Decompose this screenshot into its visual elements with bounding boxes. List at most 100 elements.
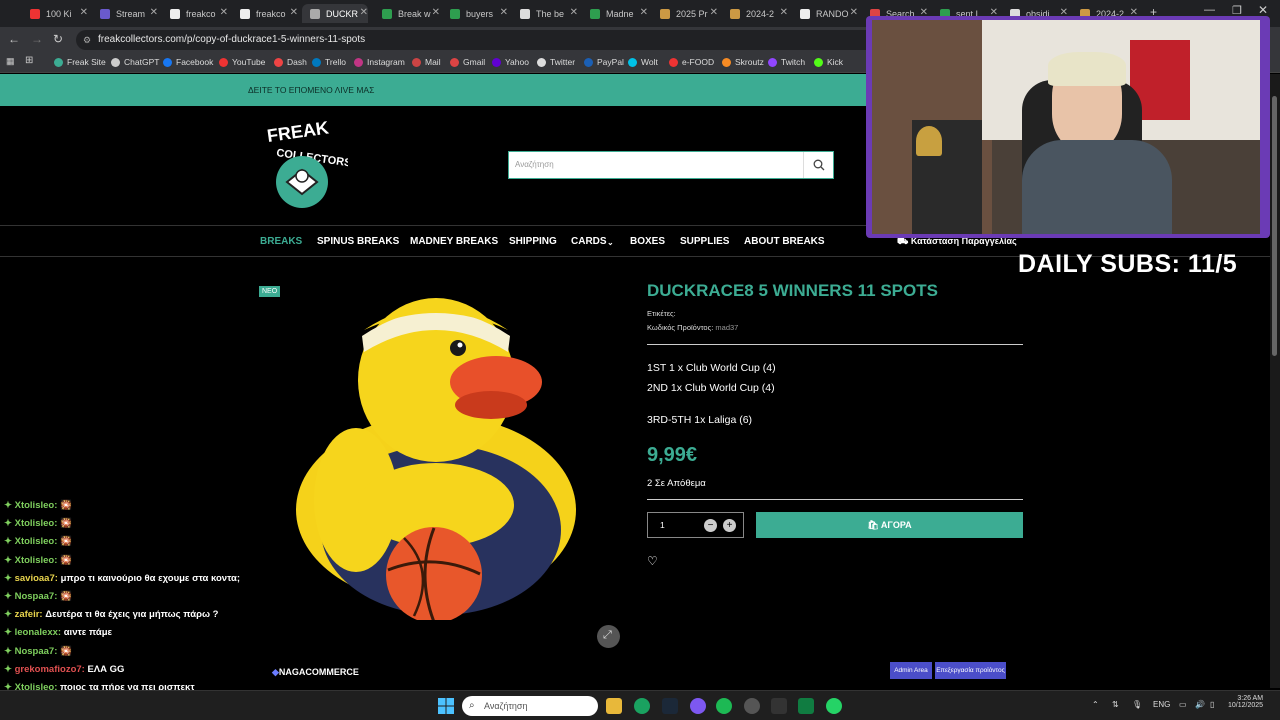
tab-label: Break w [398, 8, 431, 19]
decrease-quantity-button[interactable]: − [704, 519, 717, 532]
close-tab-icon[interactable]: ✕ [640, 7, 648, 18]
bookmark-item[interactable]: Twitter [537, 57, 575, 67]
close-tab-icon[interactable]: ✕ [710, 7, 718, 18]
chrome-icon[interactable] [634, 698, 650, 714]
browser-tab[interactable]: Break w ✕ [374, 4, 440, 23]
spotify-icon[interactable] [716, 698, 732, 714]
bookmark-item[interactable]: Wolt [628, 57, 658, 67]
quantity-value[interactable]: 1 [660, 520, 665, 530]
reload-icon[interactable]: ↻ [53, 32, 63, 46]
close-tab-icon[interactable]: ✕ [850, 7, 858, 18]
increase-quantity-button[interactable]: + [723, 519, 736, 532]
close-tab-icon[interactable]: ✕ [360, 7, 368, 18]
nav-shipping[interactable]: SHIPPING [509, 236, 557, 247]
mic-icon[interactable]: 🎙 [1132, 700, 1142, 709]
close-window-icon[interactable]: ✕ [1258, 3, 1268, 17]
bookmark-item[interactable]: Yahoo [492, 57, 529, 67]
bookmark-item[interactable]: Trello [312, 57, 346, 67]
scrollbar-thumb[interactable] [1272, 96, 1277, 356]
volume-icon[interactable]: 🔊 [1195, 700, 1205, 709]
browser-tab[interactable]: freakco ✕ [232, 4, 298, 23]
battery-icon[interactable]: ▯ [1210, 700, 1214, 709]
wifi-icon[interactable]: ▭ [1179, 700, 1187, 709]
browser-tab[interactable]: Madne ✕ [582, 4, 648, 23]
excel-icon[interactable] [798, 698, 814, 714]
chat-text: αιντε πάμε [63, 627, 113, 639]
obs-icon[interactable] [690, 698, 706, 714]
whatsapp-icon[interactable] [826, 698, 842, 714]
chevron-up-icon[interactable]: ⌃ [1092, 700, 1099, 709]
quantity-stepper[interactable]: 1 − + [647, 512, 744, 538]
nav-madney-breaks[interactable]: MADNEY BREAKS [410, 236, 498, 247]
browser-tab[interactable]: Stream ✕ [92, 4, 158, 23]
browser-tab[interactable]: buyers ✕ [442, 4, 508, 23]
close-tab-icon[interactable]: ✕ [780, 7, 788, 18]
chat-text: 🎇 [60, 500, 72, 511]
bookmark-item[interactable]: PayPal [584, 57, 624, 67]
expand-image-button[interactable]: ⤢ [597, 625, 620, 648]
freak-collectors-logo[interactable]: FREAK COLLECTORS [262, 120, 348, 212]
bookmark-item[interactable]: Gmail [450, 57, 485, 67]
bookmark-label: Facebook [176, 57, 214, 67]
nav-supplies[interactable]: SUPPLIES [680, 236, 729, 247]
close-tab-icon[interactable]: ✕ [500, 7, 508, 18]
rubber-duck-product-image[interactable] [286, 290, 586, 620]
search-input[interactable]: Αναζήτηση [515, 160, 554, 169]
bookmark-item[interactable]: Mail [412, 57, 441, 67]
search-button[interactable] [803, 152, 833, 178]
file-explorer-icon[interactable] [606, 698, 622, 714]
bookmark-item[interactable]: Skroutz [722, 57, 764, 67]
forward-icon[interactable]: → [31, 32, 43, 46]
bookmark-item[interactable]: ChatGPT [111, 57, 159, 67]
bookmark-item[interactable]: e-FOOD [669, 57, 714, 67]
close-tab-icon[interactable]: ✕ [150, 7, 158, 18]
close-tab-icon[interactable]: ✕ [220, 7, 228, 18]
language-indicator[interactable]: ENG [1153, 700, 1170, 709]
page-scrollbar[interactable] [1270, 74, 1280, 688]
minimize-icon[interactable]: — [1204, 4, 1215, 16]
browser-tab[interactable]: freakco ✕ [162, 4, 228, 23]
back-icon[interactable]: ← [8, 32, 20, 46]
close-tab-icon[interactable]: ✕ [570, 7, 578, 18]
nav-spinus-breaks[interactable]: SPINUS BREAKS [317, 236, 399, 247]
clock[interactable]: 3:26 AM 10/12/2025 [1228, 695, 1263, 709]
prize-line-2: 2ND 1x Club World Cup (4) [647, 382, 775, 394]
wishlist-heart-icon[interactable]: ♡ [647, 554, 658, 568]
close-tab-icon[interactable]: ✕ [80, 7, 88, 18]
app-icon[interactable] [744, 698, 760, 714]
close-tab-icon[interactable]: ✕ [290, 7, 298, 18]
bookmark-item[interactable]: Twitch [768, 57, 805, 67]
admin-area-button[interactable]: Admin Area [890, 662, 932, 679]
nav-boxes[interactable]: BOXES [630, 236, 665, 247]
site-info-icon[interactable]: ⚙ [83, 30, 91, 50]
steam-icon[interactable] [662, 698, 678, 714]
footer-brand[interactable]: ◆NAGACOMMERCE [272, 667, 359, 678]
search-field[interactable]: Αναζήτηση [508, 151, 834, 179]
apps-icon[interactable]: ▦ [6, 56, 15, 67]
browser-tab[interactable]: RANDO ✕ [792, 4, 858, 23]
app-icon[interactable] [771, 698, 787, 714]
address-bar[interactable]: ⚙ freakcollectors.com/p/copy-of-duckrace… [76, 30, 876, 50]
browser-tab[interactable]: 2025 Pr ✕ [652, 4, 718, 23]
bookmark-item[interactable]: Freak Site [54, 57, 106, 67]
browser-tab[interactable]: DUCKR ✕ [302, 4, 368, 23]
windows-start-icon[interactable] [438, 698, 454, 714]
taskbar-search[interactable]: ⌕ Αναζήτηση [462, 696, 598, 716]
browser-tab[interactable]: 2024-2 ✕ [722, 4, 788, 23]
browser-tab[interactable]: 100 Ki ✕ [22, 4, 88, 23]
bookmark-item[interactable]: Dash [274, 57, 307, 67]
buy-button[interactable]: 🛍 ΑΓΟΡΑ [756, 512, 1023, 538]
nav-cards[interactable]: CARDS [571, 236, 607, 247]
bookmark-item[interactable]: Kick [814, 57, 843, 67]
nav-breaks[interactable]: BREAKS [260, 236, 302, 247]
chevron-down-icon[interactable]: ⌄ [607, 238, 614, 247]
browser-tab[interactable]: The be ✕ [512, 4, 578, 23]
close-tab-icon[interactable]: ✕ [432, 7, 440, 18]
network-icon[interactable]: ⇅ [1112, 700, 1119, 709]
bookmark-item[interactable]: Facebook [163, 57, 213, 67]
bookmark-item[interactable]: YouTube [219, 57, 265, 67]
grid-icon[interactable]: ⊞ [25, 55, 33, 66]
nav-about-breaks[interactable]: ABOUT BREAKS [744, 236, 825, 247]
bookmark-item[interactable]: Instagram [354, 57, 405, 67]
edit-product-button[interactable]: Επεξεργασία προϊόντος [935, 662, 1006, 679]
